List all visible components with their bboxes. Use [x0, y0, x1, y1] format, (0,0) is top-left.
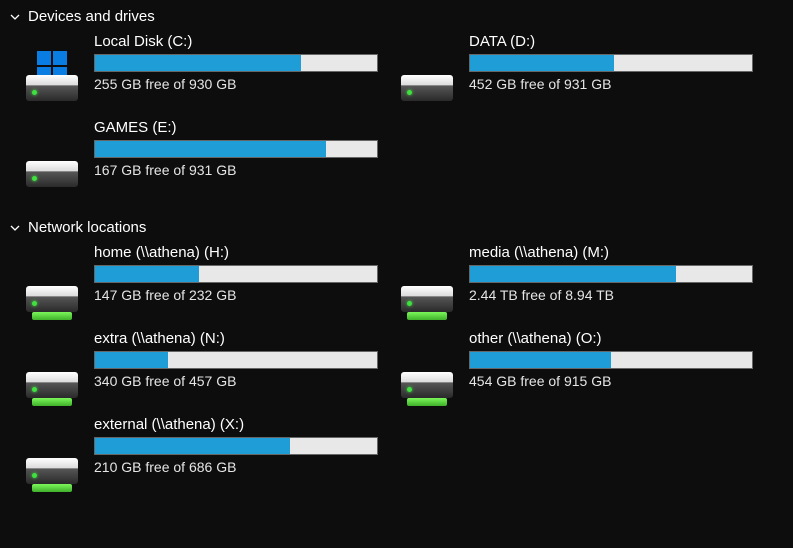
- drive-body: GAMES (E:) 167 GB free of 931 GB: [94, 119, 399, 178]
- drive-icon: [24, 350, 80, 406]
- drive-item[interactable]: GAMES (E:) 167 GB free of 931 GB: [24, 119, 399, 195]
- section-title: Devices and drives: [28, 8, 155, 25]
- chevron-down-icon: [8, 221, 22, 235]
- section-header[interactable]: Devices and drives: [0, 0, 793, 31]
- usage-bar: [469, 54, 753, 72]
- drive-name: Local Disk (C:): [94, 33, 389, 50]
- section-header[interactable]: Network locations: [0, 211, 793, 242]
- drive-icon: [399, 53, 455, 109]
- drive-name: other (\\athena) (O:): [469, 330, 764, 347]
- drive-item[interactable]: other (\\athena) (O:) 454 GB free of 915…: [399, 330, 774, 406]
- usage-bar-fill: [470, 266, 676, 282]
- usage-bar-fill: [470, 352, 611, 368]
- drive-free-text: 452 GB free of 931 GB: [469, 76, 764, 92]
- drive-item[interactable]: Local Disk (C:) 255 GB free of 930 GB: [24, 33, 399, 109]
- drive-body: home (\\athena) (H:) 147 GB free of 232 …: [94, 244, 399, 303]
- drive-free-text: 147 GB free of 232 GB: [94, 287, 389, 303]
- usage-bar: [469, 351, 753, 369]
- usage-bar: [94, 265, 378, 283]
- usage-bar: [469, 265, 753, 283]
- usage-bar: [94, 140, 378, 158]
- drive-icon: [399, 264, 455, 320]
- drive-item[interactable]: media (\\athena) (M:) 2.44 TB free of 8.…: [399, 244, 774, 320]
- drive-free-text: 255 GB free of 930 GB: [94, 76, 389, 92]
- drive-name: home (\\athena) (H:): [94, 244, 389, 261]
- drive-item[interactable]: external (\\athena) (X:) 210 GB free of …: [24, 416, 399, 492]
- drive-free-text: 454 GB free of 915 GB: [469, 373, 764, 389]
- usage-bar-fill: [95, 438, 290, 454]
- drive-icon: [24, 53, 80, 109]
- usage-bar: [94, 437, 378, 455]
- drive-icon: [399, 350, 455, 406]
- usage-bar: [94, 351, 378, 369]
- drive-body: external (\\athena) (X:) 210 GB free of …: [94, 416, 399, 475]
- drives-grid: Local Disk (C:) 255 GB free of 930 GB DA…: [0, 31, 793, 211]
- drive-body: extra (\\athena) (N:) 340 GB free of 457…: [94, 330, 399, 389]
- drive-name: media (\\athena) (M:): [469, 244, 764, 261]
- drive-free-text: 167 GB free of 931 GB: [94, 162, 389, 178]
- drive-free-text: 340 GB free of 457 GB: [94, 373, 389, 389]
- drive-item[interactable]: home (\\athena) (H:) 147 GB free of 232 …: [24, 244, 399, 320]
- drive-item[interactable]: DATA (D:) 452 GB free of 931 GB: [399, 33, 774, 109]
- section-title: Network locations: [28, 219, 146, 236]
- drives-grid: home (\\athena) (H:) 147 GB free of 232 …: [0, 242, 793, 508]
- drive-name: GAMES (E:): [94, 119, 389, 136]
- drive-name: external (\\athena) (X:): [94, 416, 389, 433]
- usage-bar-fill: [470, 55, 614, 71]
- drive-item[interactable]: extra (\\athena) (N:) 340 GB free of 457…: [24, 330, 399, 406]
- usage-bar: [94, 54, 378, 72]
- drive-icon: [24, 436, 80, 492]
- drive-name: DATA (D:): [469, 33, 764, 50]
- chevron-down-icon: [8, 10, 22, 24]
- usage-bar-fill: [95, 352, 168, 368]
- drive-body: other (\\athena) (O:) 454 GB free of 915…: [469, 330, 774, 389]
- drive-name: extra (\\athena) (N:): [94, 330, 389, 347]
- drive-icon: [24, 264, 80, 320]
- drive-body: DATA (D:) 452 GB free of 931 GB: [469, 33, 774, 92]
- drive-free-text: 210 GB free of 686 GB: [94, 459, 389, 475]
- usage-bar-fill: [95, 266, 199, 282]
- drive-free-text: 2.44 TB free of 8.94 TB: [469, 287, 764, 303]
- drive-body: Local Disk (C:) 255 GB free of 930 GB: [94, 33, 399, 92]
- drive-body: media (\\athena) (M:) 2.44 TB free of 8.…: [469, 244, 774, 303]
- usage-bar-fill: [95, 55, 301, 71]
- usage-bar-fill: [95, 141, 326, 157]
- drive-icon: [24, 139, 80, 195]
